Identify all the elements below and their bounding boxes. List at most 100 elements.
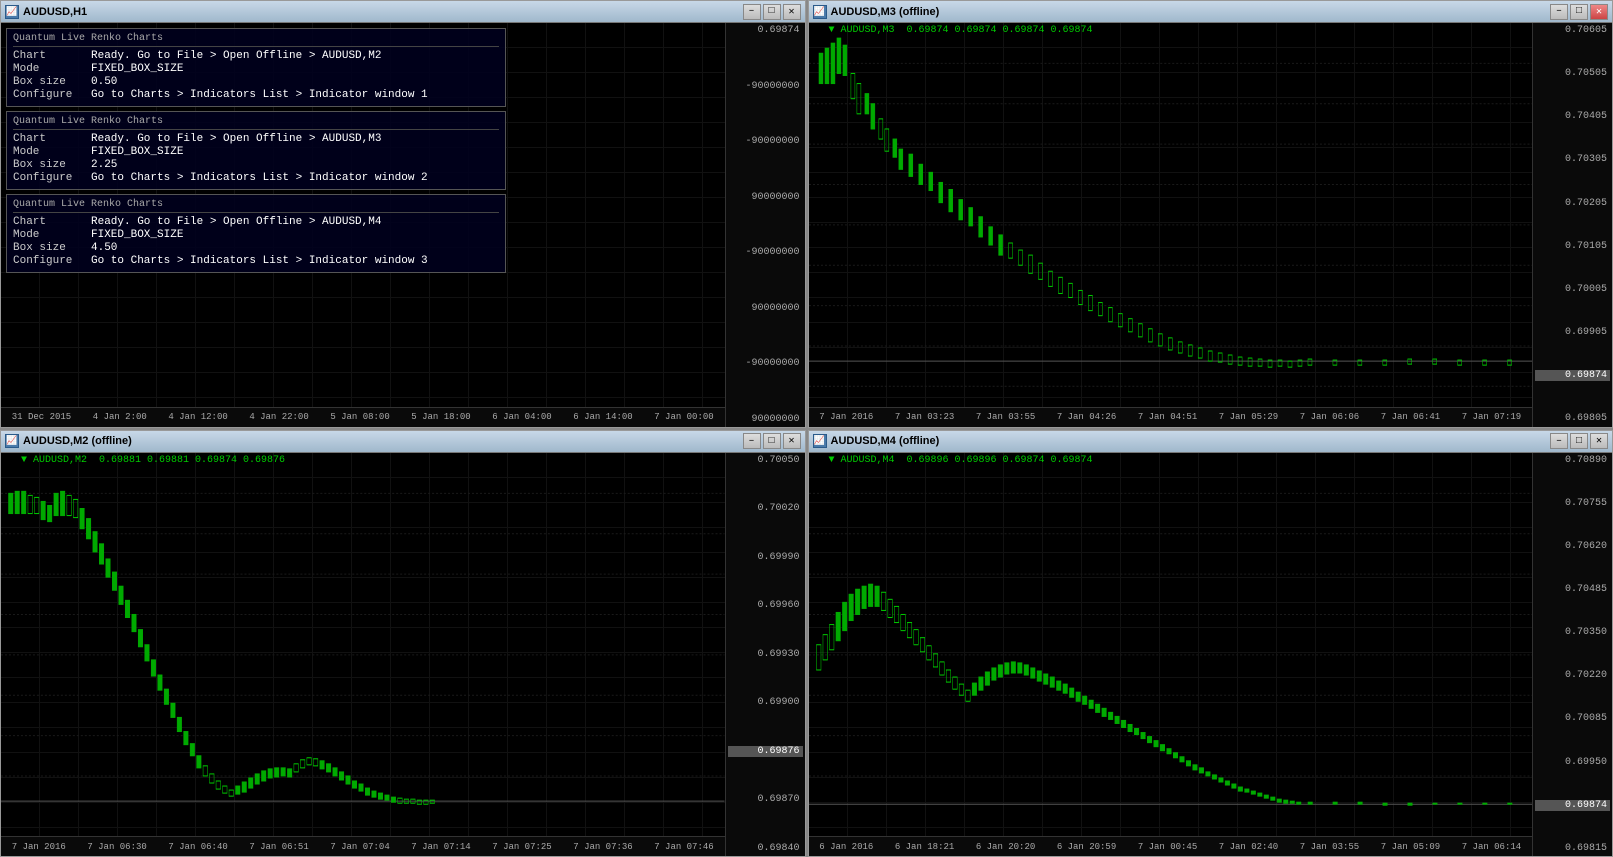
m2-price-7: 0.69876 [728,746,803,757]
h1-p3-label-2: Mode [13,229,83,241]
m4-price-2: 0.70755 [1535,498,1610,509]
h1-p2-label-4: Configure [13,172,83,184]
m3-time-7: 7 Jan 06:06 [1300,412,1359,422]
m3-price-5: 0.70205 [1535,198,1610,209]
m3-price-scale: 0.70605 0.70505 0.70405 0.70305 0.70205 … [1532,23,1612,427]
m4-close-btn[interactable]: ✕ [1590,433,1608,449]
m4-tb-buttons: – □ ✕ [1550,433,1608,449]
m3-time-5: 7 Jan 04:51 [1138,412,1197,422]
h1-time-4: 4 Jan 22:00 [249,412,308,422]
m3-price-10: 0.69805 [1535,413,1610,424]
h1-p1-label-2: Mode [13,63,83,75]
m3-time-1: 7 Jan 2016 [819,412,873,422]
h1-p2-value-1: Ready. Go to File > Open Offline > AUDUS… [91,133,381,145]
h1-panel-2-row-1: Chart Ready. Go to File > Open Offline >… [13,133,499,145]
h1-p2-label-2: Mode [13,146,83,158]
h1-price-3: -90000000 [728,136,803,147]
h1-panel-3-row-4: Configure Go to Charts > Indicators List… [13,255,499,267]
m4-time-3: 6 Jan 20:20 [976,842,1035,852]
m4-title: AUDUSD,M4 (offline) [831,435,940,447]
m2-tb-buttons: – □ ✕ [743,433,801,449]
h1-time-8: 6 Jan 14:00 [573,412,632,422]
h1-time-5: 5 Jan 08:00 [330,412,389,422]
m3-symbol-bar: ▼ AUDUSD,M3 0.69874 0.69874 0.69874 0.69… [829,25,1093,36]
h1-price-4: 90000000 [728,192,803,203]
m4-price-4: 0.70485 [1535,584,1610,595]
m3-time-8: 7 Jan 06:41 [1381,412,1440,422]
h1-panel-2-title: Quantum Live Renko Charts [13,116,499,130]
h1-p1-label-4: Configure [13,89,83,101]
h1-title: AUDUSD,H1 [23,6,87,18]
h1-p3-value-3: 4.50 [91,242,117,254]
m4-price-scale: 0.70890 0.70755 0.70620 0.70485 0.70350 … [1532,453,1612,857]
m2-title-left: 📈 AUDUSD,M2 (offline) [5,434,132,448]
h1-p2-value-2: FIXED_BOX_SIZE [91,146,183,158]
m4-chart-area: ▼ AUDUSD,M4 0.69896 0.69896 0.69874 0.69… [809,453,1613,857]
m3-maximize-btn[interactable]: □ [1570,4,1588,20]
m4-maximize-btn[interactable]: □ [1570,433,1588,449]
h1-panel-2: Quantum Live Renko Charts Chart Ready. G… [6,111,506,190]
m4-chart-svg [809,453,1533,837]
m3-title-left: 📈 AUDUSD,M3 (offline) [813,5,940,19]
m4-price-9: 0.69874 [1535,800,1610,811]
m4-time-5: 7 Jan 00:45 [1138,842,1197,852]
m2-time-scale: 7 Jan 2016 7 Jan 06:30 7 Jan 06:40 7 Jan… [1,836,725,856]
m2-price-1: 0.70050 [728,455,803,466]
m2-minimize-btn[interactable]: – [743,433,761,449]
h1-p3-value-4: Go to Charts > Indicators List > Indicat… [91,255,428,267]
h1-panel-1-row-3: Box size 0.50 [13,76,499,88]
h1-time-2: 4 Jan 2:00 [93,412,147,422]
h1-time-9: 7 Jan 00:00 [654,412,713,422]
h1-maximize-btn[interactable]: □ [763,4,781,20]
m3-price-6: 0.70105 [1535,241,1610,252]
m2-chart-svg [1,453,725,837]
h1-p3-label-3: Box size [13,242,83,254]
h1-p2-value-4: Go to Charts > Indicators List > Indicat… [91,172,428,184]
m4-time-1: 6 Jan 2016 [819,842,873,852]
m3-close-btn[interactable]: ✕ [1590,4,1608,20]
m2-time-1: 7 Jan 2016 [12,842,66,852]
h1-close-btn[interactable]: ✕ [783,4,801,20]
m4-price-7: 0.70085 [1535,713,1610,724]
m2-time-6: 7 Jan 07:14 [411,842,470,852]
h1-panel-2-row-3: Box size 2.25 [13,159,499,171]
h1-panel-3-row-1: Chart Ready. Go to File > Open Offline >… [13,216,499,228]
h1-panel-3-title: Quantum Live Renko Charts [13,199,499,213]
h1-p1-value-2: FIXED_BOX_SIZE [91,63,183,75]
h1-panel-1-row-1: Chart Ready. Go to File > Open Offline >… [13,50,499,62]
m3-time-6: 7 Jan 05:29 [1219,412,1278,422]
m4-symbol-bar: ▼ AUDUSD,M4 0.69896 0.69896 0.69874 0.69… [829,455,1093,466]
m2-time-2: 7 Jan 06:30 [87,842,146,852]
m3-minimize-btn[interactable]: – [1550,4,1568,20]
m3-icon: 📈 [813,5,827,19]
m3-price-2: 0.70505 [1535,68,1610,79]
m4-icon: 📈 [813,434,827,448]
m4-price-5: 0.70350 [1535,627,1610,638]
h1-panel-3: Quantum Live Renko Charts Chart Ready. G… [6,194,506,273]
m4-minimize-btn[interactable]: – [1550,433,1568,449]
h1-info-panels: Quantum Live Renko Charts Chart Ready. G… [6,28,506,277]
m3-time-4: 7 Jan 04:26 [1057,412,1116,422]
h1-p1-value-3: 0.50 [91,76,117,88]
h1-p2-value-3: 2.25 [91,159,117,171]
m3-time-2: 7 Jan 03:23 [895,412,954,422]
h1-p1-label-3: Box size [13,76,83,88]
m2-maximize-btn[interactable]: □ [763,433,781,449]
m2-time-8: 7 Jan 07:36 [573,842,632,852]
h1-p1-label-1: Chart [13,50,83,62]
h1-panel-3-row-3: Box size 4.50 [13,242,499,254]
m3-time-scale: 7 Jan 2016 7 Jan 03:23 7 Jan 03:55 7 Jan… [809,407,1533,427]
m3-price-1: 0.70605 [1535,25,1610,36]
m3-chart-area: ▼ AUDUSD,M3 0.69874 0.69874 0.69874 0.69… [809,23,1613,427]
m4-time-scale: 6 Jan 2016 6 Jan 18:21 6 Jan 20:20 6 Jan… [809,836,1533,856]
h1-p2-label-3: Box size [13,159,83,171]
h1-panel-2-row-2: Mode FIXED_BOX_SIZE [13,146,499,158]
h1-icon: 📈 [5,5,19,19]
h1-price-8: 90000000 [728,414,803,425]
m2-close-btn[interactable]: ✕ [783,433,801,449]
h1-price-1: 0.69874 [728,25,803,36]
m3-time-9: 7 Jan 07:19 [1462,412,1521,422]
h1-minimize-btn[interactable]: – [743,4,761,20]
h1-chart-area: Quantum Live Renko Charts Chart Ready. G… [1,23,805,427]
h1-p1-value-4: Go to Charts > Indicators List > Indicat… [91,89,428,101]
